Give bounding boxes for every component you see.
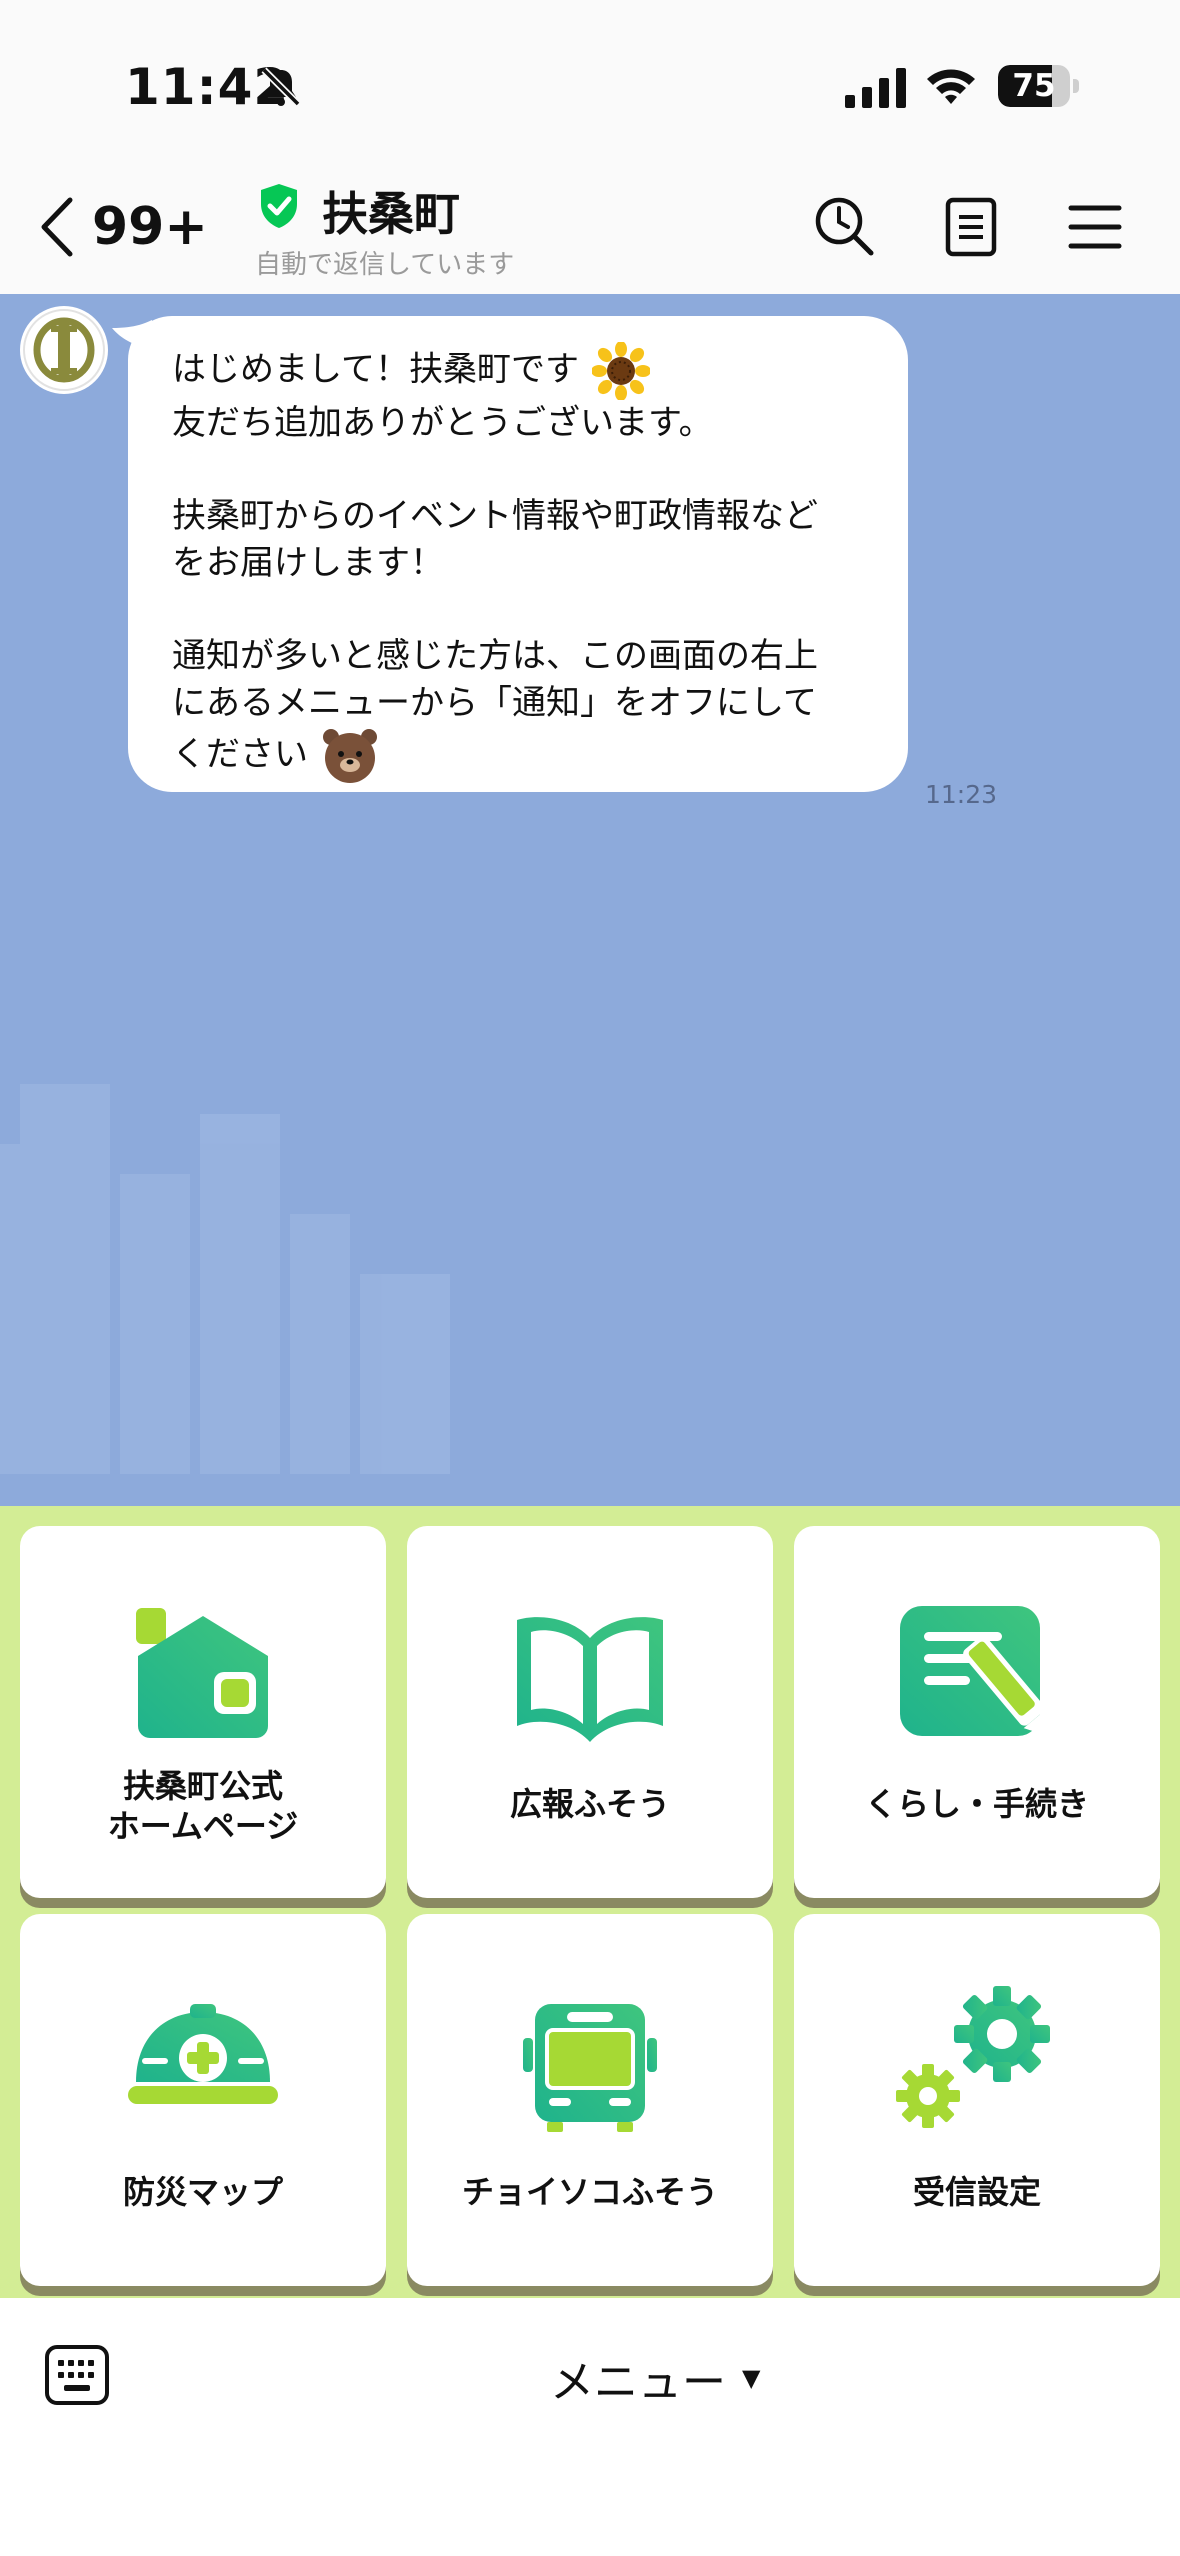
brown-bear-emoji [322,729,377,783]
message-text: をお届けします！ [172,543,444,583]
kouhou-tile[interactable]: 広報ふそう [407,1526,773,1898]
official-account-avatar[interactable] [20,306,108,394]
town-emblem-icon [23,309,105,391]
gears-icon [896,1986,1050,2128]
hamburger-menu-icon [1068,205,1122,249]
tile-label: 扶桑町公式 [122,1767,283,1805]
rich-menu: 扶桑町公式 ホームページ 広報ふそう くらし・手続き 防災マップ チョイソコふそ… [0,1506,1180,2298]
house-icon [136,1608,268,1738]
message-text: にあるメニューから「通知」をオフにして [172,683,817,723]
bus-icon [523,2004,657,2132]
document-pencil-icon [900,1606,1051,1737]
message-text: 通知が多いと感じた方は、この画面の右上 [172,636,818,676]
tile-label: 受信設定 [912,2173,1041,2211]
menu-label: メニュー [550,2357,726,2408]
battery-level: 75 [1012,68,1056,104]
tile-label: チョイソコふそう [461,2173,718,2211]
keyboard-icon[interactable] [44,2344,110,2406]
message-text: ください [172,734,308,775]
unread-count: 99+ [92,197,208,257]
chat-header: 99+ 扶桑町 自動で返信しています [0,170,1180,294]
auto-reply-status: 自動で返信しています [255,250,515,280]
search-button[interactable] [810,192,880,262]
message-text: 友だち追加ありがとうございます。 [172,403,713,443]
sunflower-emoji [591,342,650,400]
message-text: 扶桑町からのイベント情報や町政情報など [172,496,818,536]
background-skyline [0,1084,450,1474]
tile-label: ホームページ [107,1807,299,1845]
tile-label: 広報ふそう [509,1785,670,1823]
choisoko-tile[interactable]: チョイソコふそう [407,1914,773,2286]
bottom-bar: メニュー ▼ [0,2298,1180,2556]
receive-settings-tile[interactable]: 受信設定 [794,1914,1160,2286]
rich-menu-toggle[interactable]: メニュー ▼ [550,2346,760,2410]
caret-down-icon: ▼ [742,2364,761,2392]
message-timestamp: 11:23 [925,780,998,809]
wifi-icon [927,69,975,104]
back-button[interactable]: 99+ [38,192,208,262]
cellular-signal-icon [845,68,906,108]
chat-title[interactable]: 扶桑町 [322,178,460,244]
message-line: はじめまして！扶桑町です [172,342,866,400]
message-line: ください [172,727,866,785]
chat-area[interactable]: はじめまして！扶桑町です 友だち追加ありがとうございます。 扶桑町からのイベント… [0,294,1180,1506]
tile-label: くらし・手続き [864,1785,1089,1823]
battery-indicator: 75 [998,65,1080,107]
message-text: はじめまして！扶桑町です [172,349,579,390]
kurashi-tile[interactable]: くらし・手続き [794,1526,1160,1898]
bell-slash-icon [261,67,301,107]
chat-menu-button[interactable] [1060,192,1130,262]
message-bubble[interactable]: はじめまして！扶桑町です 友だち追加ありがとうございます。 扶桑町からのイベント… [128,316,908,792]
search-clock-icon [815,197,874,256]
homepage-tile[interactable]: 扶桑町公式 ホームページ [20,1526,386,1898]
helmet-icon [128,2004,278,2104]
chevron-left-icon [41,197,73,257]
notes-button[interactable] [936,192,1006,262]
bousai-map-tile[interactable]: 防災マップ [20,1914,386,2286]
notes-icon [945,197,997,257]
verified-shield-icon [261,184,297,228]
status-bar: 11:42 75 [0,0,1180,170]
open-book-icon [517,1617,663,1742]
tile-label: 防災マップ [122,2173,283,2211]
